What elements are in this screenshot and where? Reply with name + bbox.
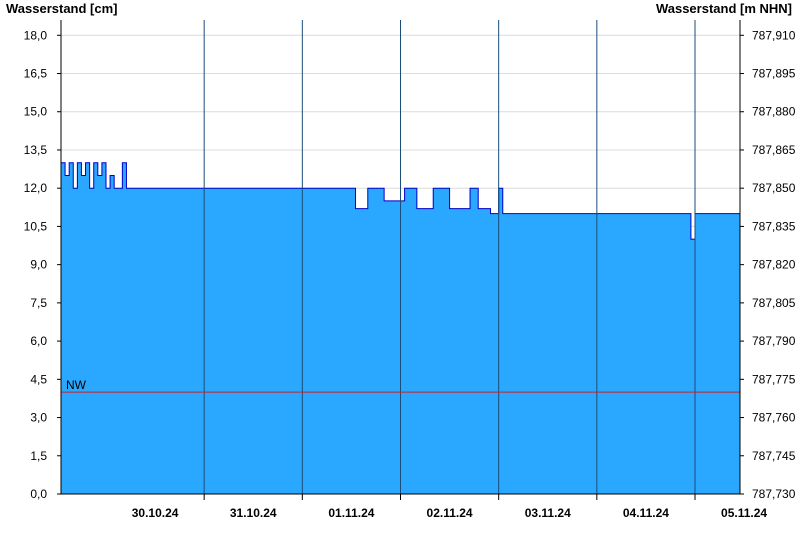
y-tick-label-left: 10,5 — [24, 219, 48, 233]
y-tick-label-left: 0,0 — [30, 487, 47, 501]
y-tick-label-left: 18,0 — [24, 28, 48, 42]
y-tick-label-right: 787,895 — [752, 67, 796, 81]
y-tick-label-right: 787,805 — [752, 296, 796, 310]
nw-label: NW — [66, 378, 87, 392]
y-tick-label-left: 16,5 — [24, 67, 48, 81]
y-tick-label-left: 7,5 — [30, 296, 47, 310]
x-tick-label: 31.10.24 — [230, 506, 277, 520]
water-level-chart: 0,0 787,730 1,5 787,745 3,0 787,760 4,5 787,775… — [24, 20, 796, 520]
x-tick-label: 04.11.24 — [623, 506, 669, 520]
x-tick-label: 05.11.24 — [721, 506, 767, 520]
y-tick-label-right: 787,790 — [752, 334, 796, 348]
y-tick-label-right: 787,730 — [752, 487, 796, 501]
y-tick-label-right: 787,865 — [752, 143, 796, 157]
y-tick-label-left: 13,5 — [24, 143, 48, 157]
y-tick-label-right: 787,775 — [752, 372, 796, 386]
x-tick-label: 03.11.24 — [525, 506, 571, 520]
y-tick-label-right: 787,850 — [752, 181, 796, 195]
y-tick-label-left: 12,0 — [24, 181, 48, 195]
y-tick-label-left: 3,0 — [30, 411, 47, 425]
y-tick-label-left: 6,0 — [30, 334, 47, 348]
y-tick-label-right: 787,835 — [752, 219, 796, 233]
y-tick-label-left: 1,5 — [30, 449, 47, 463]
y-tick-label-right: 787,910 — [752, 28, 796, 42]
x-tick-label: 30.10.24 — [132, 506, 179, 520]
y-tick-label-left: 15,0 — [24, 105, 48, 119]
y-tick-label-right: 787,820 — [752, 258, 796, 272]
y-tick-label-right: 787,880 — [752, 105, 796, 119]
y-tick-label-right: 787,745 — [752, 449, 796, 463]
x-tick-label: 02.11.24 — [427, 506, 473, 520]
x-tick-label: 01.11.24 — [328, 506, 374, 520]
y-tick-label-left: 9,0 — [30, 258, 47, 272]
y-tick-label-right: 787,760 — [752, 411, 796, 425]
y-tick-label-left: 4,5 — [30, 372, 47, 386]
